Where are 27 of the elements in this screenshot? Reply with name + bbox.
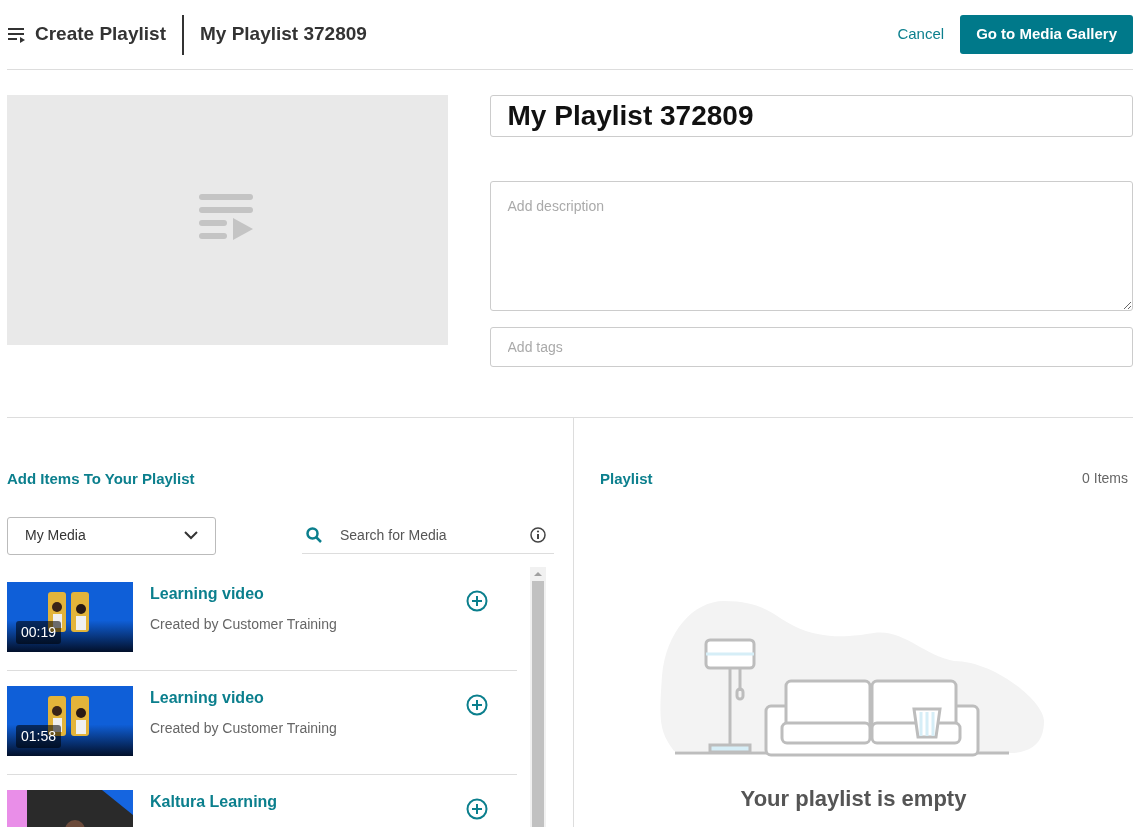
- duration-badge: 00:19: [16, 620, 62, 644]
- search-icon: [306, 527, 322, 543]
- scrollbar[interactable]: [530, 566, 546, 827]
- info-icon[interactable]: [530, 527, 546, 543]
- add-icon[interactable]: [466, 693, 488, 716]
- media-title[interactable]: Learning video: [150, 581, 337, 606]
- media-title[interactable]: Learning video: [150, 685, 337, 710]
- media-owner: Created by Customer Training: [150, 718, 337, 738]
- section-heading: Playlist: [600, 469, 653, 489]
- playlist-menu-icon[interactable]: [7, 26, 27, 43]
- chevron-icon: [184, 531, 198, 540]
- description-field[interactable]: Add description: [489, 181, 1133, 311]
- playlist-name: My Playlist 372809: [199, 22, 367, 47]
- empty-message: Your playlist is empty: [740, 784, 967, 813]
- media-owner: Created by Customer Training: [150, 614, 337, 634]
- go-to-gallery-button[interactable]: Go to Media Gallery: [960, 15, 1133, 54]
- duration-badge: 01:58: [16, 724, 62, 748]
- source-dropdown[interactable]: My Media: [7, 516, 216, 555]
- item-count: 0 Items: [1082, 469, 1128, 488]
- cancel-link[interactable]: Cancel: [897, 23, 945, 46]
- section-heading: Add Items To Your Playlist: [7, 469, 196, 489]
- page-title: Create Playlist: [35, 22, 166, 47]
- title-field[interactable]: My Playlist 372809: [489, 95, 1133, 137]
- add-icon[interactable]: [466, 589, 488, 612]
- media-title[interactable]: Kaltura Learning: [150, 789, 278, 814]
- add-icon[interactable]: [466, 797, 488, 820]
- tags-field[interactable]: Add tags: [489, 327, 1133, 367]
